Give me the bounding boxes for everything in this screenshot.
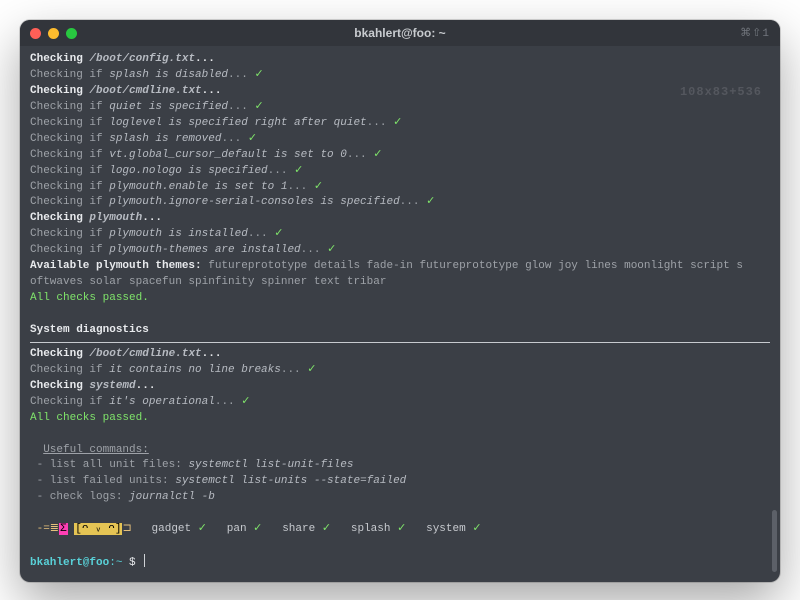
- output-line: Available plymouth themes: futureprototy…: [30, 259, 770, 275]
- output-line: Checking /boot/cmdline.txt...: [30, 347, 770, 363]
- minimize-icon[interactable]: [48, 28, 59, 39]
- tab-indicator: ⌘⇧1: [740, 26, 770, 40]
- check-icon: ✓: [274, 228, 283, 240]
- blank-line: [30, 307, 770, 323]
- status-item: share: [282, 523, 322, 535]
- prompt-symbol: $: [122, 557, 142, 569]
- check-icon: ✓: [294, 165, 303, 177]
- output-line: oftwaves solar spacefun spinfinity spinn…: [30, 275, 770, 291]
- output-line: Checking if splash is removed... ✓: [30, 132, 770, 148]
- output-line: Checking if it's operational... ✓: [30, 395, 770, 411]
- output-line: Useful commands:: [30, 443, 770, 459]
- check-icon: ✓: [397, 523, 406, 535]
- check-icon: ✓: [198, 523, 207, 535]
- check-icon: ✓: [426, 196, 435, 208]
- prompt-line[interactable]: bkahlert@foo:~ $: [30, 554, 770, 572]
- check-icon: ✓: [253, 523, 262, 535]
- scrollbar-thumb[interactable]: [772, 510, 777, 572]
- output-line: All checks passed.: [30, 291, 770, 307]
- output-line: Checking if splash is disabled... ✓: [30, 68, 770, 84]
- check-icon: ✓: [254, 101, 263, 113]
- status-item: splash: [351, 523, 397, 535]
- output-line: Checking /boot/config.txt...: [30, 52, 770, 68]
- output-line: Checking plymouth...: [30, 211, 770, 227]
- terminal-body[interactable]: 108x83+536 Checking /boot/config.txt... …: [20, 46, 780, 582]
- status-item: system: [426, 523, 472, 535]
- traffic-lights: [30, 28, 77, 39]
- blank-line: [30, 506, 770, 522]
- status-line: -=≣Σ [ᴖ ᵥ ᴖ]⊐ gadget ✓ pan ✓ share ✓ spl…: [30, 522, 770, 538]
- output-line: Checking systemd...: [30, 379, 770, 395]
- check-icon: ✓: [314, 181, 323, 193]
- check-icon: ✓: [393, 117, 402, 129]
- output-line: Checking if it contains no line breaks..…: [30, 363, 770, 379]
- prompt-user: bkahlert@foo: [30, 557, 109, 569]
- check-icon: ✓: [472, 523, 481, 535]
- status-item: pan: [227, 523, 253, 535]
- output-line: - list failed units: systemctl list-unit…: [30, 474, 770, 490]
- cursor-icon: [144, 554, 145, 567]
- check-icon: ✓: [248, 133, 257, 145]
- blank-line: [30, 538, 770, 554]
- output-line: - check logs: journalctl -b: [30, 490, 770, 506]
- section-header: System diagnostics: [30, 323, 770, 339]
- output-line: Checking if vt.global_cursor_default is …: [30, 148, 770, 164]
- output-line: Checking if loglevel is specified right …: [30, 116, 770, 132]
- check-icon: ✓: [373, 149, 382, 161]
- check-icon: ✓: [307, 364, 316, 376]
- output-line: Checking if plymouth is installed... ✓: [30, 227, 770, 243]
- status-item: gadget: [152, 523, 198, 535]
- output-line: Checking if quiet is specified... ✓: [30, 100, 770, 116]
- divider: [30, 342, 770, 343]
- close-icon[interactable]: [30, 28, 41, 39]
- window-title: bkahlert@foo: ~: [20, 26, 780, 40]
- blank-line: [30, 427, 770, 443]
- check-icon: ✓: [327, 244, 336, 256]
- dimension-overlay: 108x83+536: [680, 84, 762, 101]
- check-icon: ✓: [241, 396, 250, 408]
- check-icon: ✓: [254, 69, 263, 81]
- titlebar: bkahlert@foo: ~ ⌘⇧1: [20, 20, 780, 46]
- output-line: Checking /boot/cmdline.txt...: [30, 84, 770, 100]
- output-line: Checking if logo.nologo is specified... …: [30, 164, 770, 180]
- zoom-icon[interactable]: [66, 28, 77, 39]
- output-line: Checking if plymouth.ignore-serial-conso…: [30, 195, 770, 211]
- output-line: Checking if plymouth-themes are installe…: [30, 243, 770, 259]
- check-icon: ✓: [322, 523, 331, 535]
- output-line: All checks passed.: [30, 411, 770, 427]
- output-line: Checking if plymouth.enable is set to 1.…: [30, 180, 770, 196]
- terminal-window: bkahlert@foo: ~ ⌘⇧1 108x83+536 Checking …: [20, 20, 780, 582]
- output-line: - list all unit files: systemctl list-un…: [30, 458, 770, 474]
